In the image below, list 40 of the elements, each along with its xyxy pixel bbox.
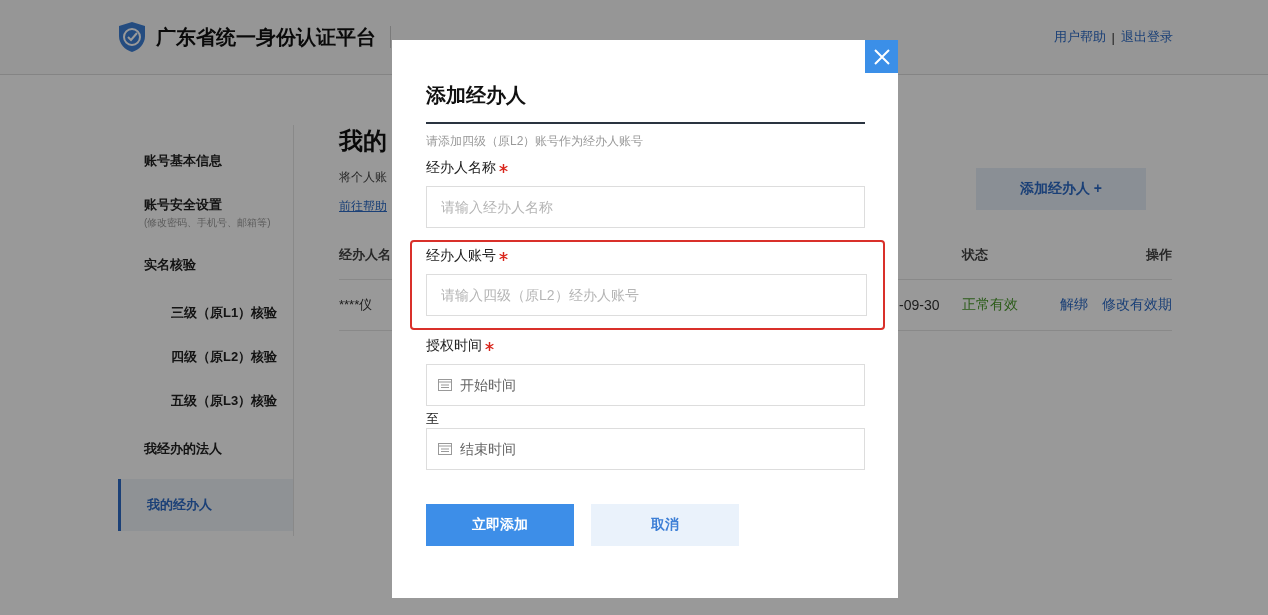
- field-label: 授权时间: [426, 337, 482, 355]
- action-link[interactable]: 修改有效期: [1102, 296, 1172, 314]
- sidebar-item[interactable]: 我的经办人: [118, 479, 293, 531]
- sidebar-item[interactable]: 实名核验: [118, 239, 293, 291]
- column-header: 状态: [962, 246, 989, 264]
- field-label: 经办人名称: [426, 159, 496, 177]
- dialog-title: 添加经办人: [426, 83, 527, 108]
- table-cell: ****仪: [339, 297, 373, 312]
- input-field[interactable]: 请输入经办人名称: [426, 186, 865, 228]
- calendar-icon: [438, 379, 452, 391]
- column-header: 操作: [1145, 246, 1172, 264]
- field-label: 经办人账号: [426, 247, 496, 265]
- page-title: 我的: [339, 126, 387, 156]
- shield-icon: [118, 21, 146, 53]
- site-title: 广东省统一身份认证平台: [156, 24, 376, 50]
- logout-link[interactable]: 退出登录: [1121, 28, 1173, 46]
- cancel-button[interactable]: 取消: [591, 504, 739, 546]
- table-cell-text: -09-30: [899, 297, 941, 313]
- close-button[interactable]: [865, 40, 898, 73]
- column-header: 经办人名: [339, 247, 391, 262]
- close-icon: [871, 46, 892, 67]
- range-separator: 至: [426, 410, 440, 426]
- date-field[interactable]: 开始时间: [426, 364, 865, 406]
- link-separator: |: [1111, 29, 1115, 45]
- sidebar-item[interactable]: 五级（原L3）核验: [118, 379, 293, 423]
- status-text: 正常有效: [962, 296, 1019, 314]
- sidebar-item[interactable]: 三级（原L1）核验: [118, 291, 293, 335]
- input-field[interactable]: 请输入四级（原L2）经办人账号: [426, 274, 867, 316]
- sidebar-item[interactable]: 账号基本信息: [118, 135, 293, 187]
- submit-button[interactable]: 立即添加: [426, 504, 574, 546]
- calendar-icon: [438, 443, 452, 455]
- help-center-link[interactable]: 前往帮助: [339, 198, 387, 215]
- sidebar-item[interactable]: 我经办的法人: [118, 423, 293, 475]
- page-description: 将个人账: [339, 169, 387, 186]
- add-agent-button[interactable]: 添加经办人 +: [976, 168, 1146, 210]
- dialog-hint: 请添加四级（原L2）账号作为经办人账号: [426, 133, 645, 150]
- help-link[interactable]: 用户帮助: [1053, 28, 1106, 46]
- sidebar-item[interactable]: 四级（原L2）核验: [118, 335, 293, 379]
- date-field[interactable]: 结束时间: [426, 428, 865, 470]
- action-link[interactable]: 解绑: [1060, 296, 1088, 314]
